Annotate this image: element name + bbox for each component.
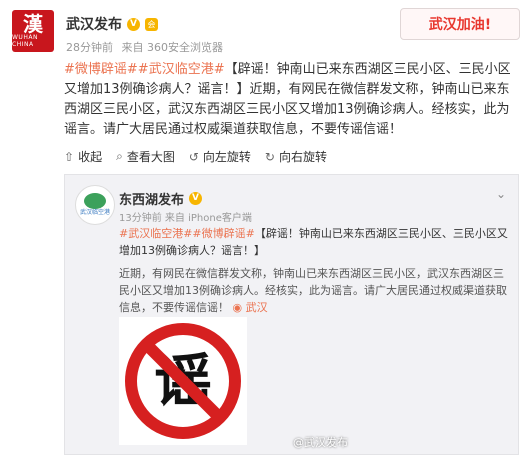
view-large-button[interactable]: ⌕ 查看大图 [116,148,175,165]
post-header: 漢 WUHAN CHINA 武汉发布 V 会 28分钟前 来自 360安全浏览器… [12,8,520,56]
watermark: @武汉发布 [293,436,348,449]
repost-name-row: 东西湖发布 V [119,189,203,208]
hashtag-link[interactable]: #微博辟谣# [64,62,138,77]
author-avatar[interactable]: 漢 WUHAN CHINA [12,10,54,52]
rotate-left-label: 向左旋转 [202,150,251,164]
rotate-right-label: 向右旋转 [278,150,327,164]
avatar-glyph: 漢 [23,12,43,36]
rotate-right-icon: ↻ [264,149,275,164]
header-badge: 武汉加油! [400,8,520,40]
verified-icon: V [189,192,203,205]
repost-body: 近期，有网民在微信群发文称，钟南山已来东西湖区三民小区，武汉东西湖区三民小区又增… [119,267,507,314]
author-name[interactable]: 武汉发布 [66,14,122,34]
rotate-left-icon: ↺ [188,149,199,164]
weibo-post: 漢 WUHAN CHINA 武汉发布 V 会 28分钟前 来自 360安全浏览器… [0,0,532,455]
post-source: 来自 360安全浏览器 [121,41,224,54]
location-label: 武汉 [245,301,268,314]
location-link[interactable]: ◉ 武汉 [233,301,268,314]
repost-source: 来自 iPhone客户端 [164,213,252,224]
avatar-subtext: WUHAN CHINA [12,34,38,48]
repost-body-block: 近期，有网民在微信群发文称，钟南山已来东西湖区三民小区，武汉东西湖区三民小区又增… [119,265,509,316]
view-large-label: 查看大图 [126,150,175,164]
vip-icon: 会 [145,17,158,31]
image-toolbar: ⇧ 收起 ⌕ 查看大图 ↺ 向左旋转 ↻ 向右旋转 [64,148,327,165]
rumor-image[interactable]: 谣 [119,317,247,445]
hashtag-link[interactable]: #武汉临空港# [138,62,225,77]
leaf-icon [84,193,106,209]
repost-avatar-subtext: 武汉临空港 [79,209,110,216]
no-rumor-icon: 谣 [125,323,241,439]
author-name-row: 武汉发布 V 会 [66,14,158,34]
collapse-button[interactable]: ⇧ 收起 [64,148,102,165]
post-time[interactable]: 28分钟前 [66,41,113,54]
verified-icon: V [127,17,140,31]
repost-author-name[interactable]: 东西湖发布 [119,189,184,208]
repost-time[interactable]: 13分钟前 [119,213,162,224]
post-text: #微博辟谣##武汉临空港#【辟谣！钟南山已来东西湖区三民小区、三民小区又增加13… [64,60,518,140]
repost-avatar[interactable]: 武汉临空港 [75,185,115,225]
chevron-down-icon[interactable]: ⌄ [496,187,506,201]
post-meta: 28分钟前 来自 360安全浏览器 [66,39,223,55]
repost-card: 武汉临空港 东西湖发布 V ⌄ 13分钟前 来自 iPhone客户端 #武汉临空… [64,174,519,455]
magnifier-icon: ⌕ [116,149,123,163]
collapse-icon: ⇧ [64,149,75,164]
rotate-left-button[interactable]: ↺ 向左旋转 [189,148,251,165]
repost-meta: 13分钟前 来自 iPhone客户端 [119,209,252,224]
collapse-label: 收起 [78,150,103,164]
rotate-right-button[interactable]: ↻ 向右旋转 [265,148,327,165]
repost-headline-block: #武汉临空港##微博辟谣#【辟谣！钟南山已来东西湖区三民小区、三民小区又增加13… [119,225,509,259]
hashtag-link[interactable]: #武汉临空港##微博辟谣# [119,227,255,240]
